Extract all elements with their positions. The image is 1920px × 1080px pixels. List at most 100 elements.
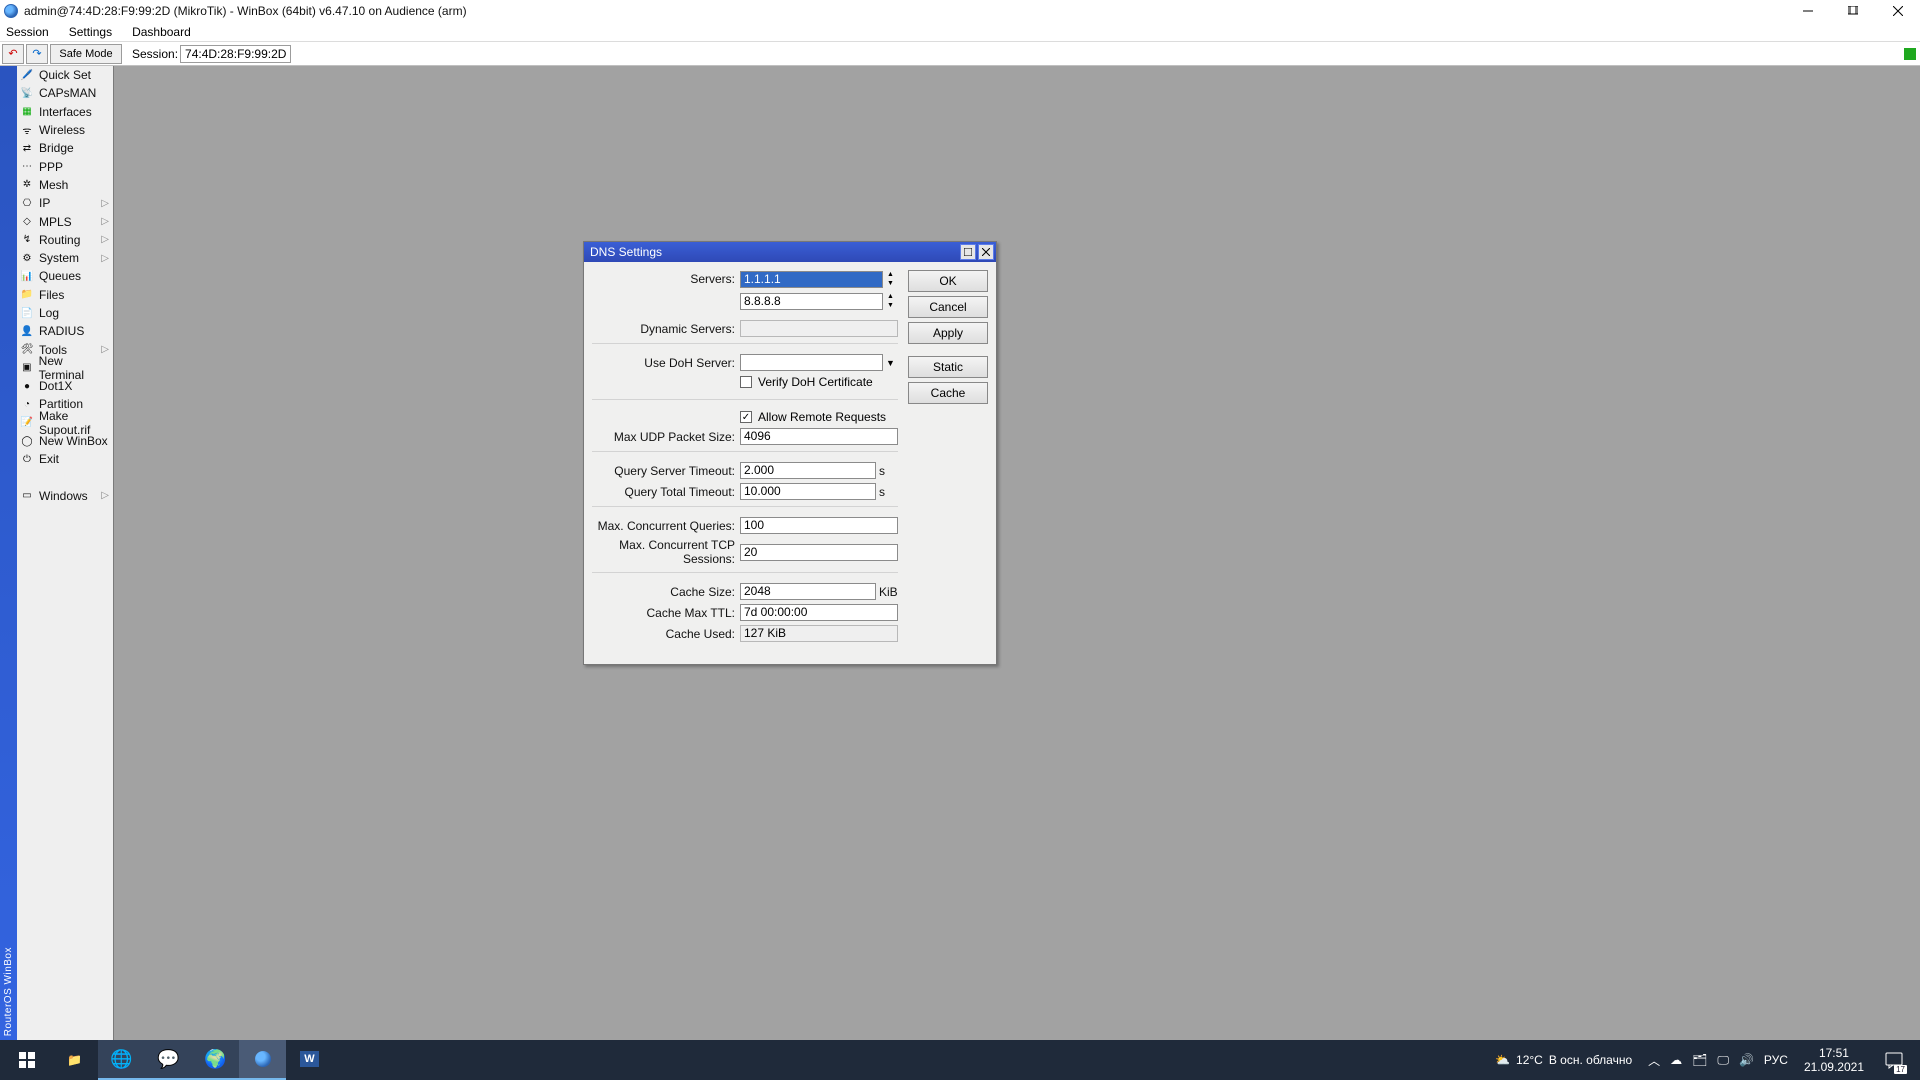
- sidebar-item-mpls[interactable]: ◇MPLS▷: [17, 212, 113, 230]
- server-2-input[interactable]: 8.8.8.8: [740, 293, 883, 310]
- sidebar-icon: ▦: [21, 106, 33, 118]
- sidebar-item-queues[interactable]: 📊Queues: [17, 267, 113, 285]
- mcq-input[interactable]: 100: [740, 517, 898, 534]
- sidebar-item-capsman[interactable]: 📡 CAPsMAN: [17, 84, 113, 102]
- safe-mode-button[interactable]: Safe Mode: [50, 44, 122, 64]
- sidebar-item-quick-set[interactable]: 🖊️Quick Set: [17, 66, 113, 84]
- use-doh-input[interactable]: [740, 354, 883, 371]
- menu-session[interactable]: Session: [4, 25, 51, 39]
- sidebar-item-ppp[interactable]: ⋯PPP: [17, 157, 113, 175]
- cache-button[interactable]: Cache: [908, 382, 988, 404]
- sidebar-item-label: Interfaces: [39, 105, 92, 119]
- sidebar-icon: ⏻: [21, 453, 33, 465]
- static-button[interactable]: Static: [908, 356, 988, 378]
- sidebar-item-label: Routing: [39, 233, 80, 247]
- sidebar-item-new-terminal[interactable]: ▣New Terminal: [17, 359, 113, 377]
- folder-icon: 📁: [67, 1053, 82, 1067]
- max-udp-input[interactable]: 4096: [740, 428, 898, 445]
- mcts-input[interactable]: 20: [740, 544, 898, 561]
- server-1-spinner[interactable]: ▲▼: [883, 270, 898, 288]
- server-1-input[interactable]: 1.1.1.1: [740, 271, 883, 288]
- menu-dashboard[interactable]: Dashboard: [130, 25, 193, 39]
- sidebar-item-routing[interactable]: ↯Routing▷: [17, 231, 113, 249]
- sidebar-item-system[interactable]: ⚙System▷: [17, 249, 113, 267]
- qst-input[interactable]: 2.000: [740, 462, 876, 479]
- session-field[interactable]: 74:4D:28:F9:99:2D: [180, 45, 291, 63]
- start-button[interactable]: [4, 1040, 51, 1080]
- sidebar-item-radius[interactable]: 👤RADIUS: [17, 322, 113, 340]
- tray-chevron-up-icon[interactable]: ︿: [1648, 1052, 1660, 1069]
- servers-label: Servers:: [592, 272, 740, 286]
- taskbar-explorer[interactable]: 📁: [51, 1040, 98, 1080]
- mcq-label: Max. Concurrent Queries:: [592, 519, 740, 533]
- close-button[interactable]: [1875, 0, 1920, 22]
- sidebar-item-interfaces[interactable]: ▦ Interfaces: [17, 103, 113, 121]
- redo-button[interactable]: ↷: [26, 44, 48, 64]
- winbox-icon: [255, 1051, 271, 1067]
- tray-volume-icon[interactable]: 🔊: [1739, 1053, 1754, 1067]
- sidebar-icon: ✲: [21, 179, 33, 191]
- taskbar-weather[interactable]: ⛅ 12°C В осн. облачно: [1487, 1053, 1640, 1067]
- arrow-up-icon: ▲: [883, 292, 898, 301]
- sidebar-item-mesh[interactable]: ✲Mesh: [17, 176, 113, 194]
- minimize-button[interactable]: [1785, 0, 1830, 22]
- system-tray: ︿ ☁ 🗂 🖵 🔊 РУС: [1640, 1052, 1796, 1069]
- qtt-label: Query Total Timeout:: [592, 485, 740, 499]
- sidebar-item-bridge[interactable]: ⇄Bridge: [17, 139, 113, 157]
- sidebar-item-exit[interactable]: ⏻Exit: [17, 450, 113, 468]
- taskbar-app-1[interactable]: 💬: [145, 1040, 192, 1080]
- window-icon: [964, 248, 972, 256]
- maximize-icon: [1848, 6, 1858, 16]
- sidebar-icon: 👤: [21, 325, 33, 337]
- dialog-title-bar[interactable]: DNS Settings: [584, 242, 996, 262]
- sidebar-icon: 🛠: [21, 344, 33, 356]
- sidebar: 🖊️Quick Set 📡 CAPsMAN ▦ Interfaces ᯤWireless⇄…: [17, 66, 114, 1040]
- server-2-spinner[interactable]: ▲▼: [883, 292, 898, 310]
- cache-used-label: Cache Used:: [592, 627, 740, 641]
- apply-button[interactable]: Apply: [908, 322, 988, 344]
- notifications-button[interactable]: 17: [1872, 1040, 1916, 1080]
- dialog-close-button[interactable]: [978, 244, 994, 260]
- tray-network-icon[interactable]: 🖵: [1717, 1053, 1729, 1068]
- qtt-input[interactable]: 10.000: [740, 483, 876, 500]
- tray-battery-icon[interactable]: 🗂: [1692, 1053, 1707, 1067]
- menu-settings[interactable]: Settings: [67, 25, 114, 39]
- sidebar-item-log[interactable]: 📄Log: [17, 304, 113, 322]
- word-icon: W: [300, 1051, 318, 1067]
- cache-size-input[interactable]: 2048: [740, 583, 876, 600]
- sidebar-item-new-winbox[interactable]: ◯New WinBox: [17, 432, 113, 450]
- sidebar-item-ip[interactable]: ⎔IP▷: [17, 194, 113, 212]
- cache-ttl-input[interactable]: 7d 00:00:00: [740, 604, 898, 621]
- allow-remote-checkbox[interactable]: ✓: [740, 411, 752, 423]
- sidebar-item-windows[interactable]: ▭Windows▷: [17, 487, 113, 505]
- cancel-button[interactable]: Cancel: [908, 296, 988, 318]
- tray-language[interactable]: РУС: [1764, 1053, 1788, 1067]
- sidebar-item-label: CAPsMAN: [39, 86, 96, 100]
- sidebar-item-label: Log: [39, 306, 59, 320]
- sidebar-item-label: Wireless: [39, 123, 85, 137]
- use-doh-dropdown[interactable]: ▼: [883, 358, 898, 368]
- ok-button[interactable]: OK: [908, 270, 988, 292]
- weather-text: В осн. облачно: [1549, 1053, 1632, 1067]
- maximize-button[interactable]: [1830, 0, 1875, 22]
- dns-settings-dialog: DNS Settings Servers: 1.1.1.1 ▲▼: [583, 241, 997, 665]
- taskbar-word[interactable]: W: [286, 1040, 333, 1080]
- taskbar-clock[interactable]: 17:51 21.09.2021: [1796, 1046, 1872, 1074]
- undo-icon: ↶: [8, 47, 17, 60]
- sidebar-item-make-supout-rif[interactable]: 📝Make Supout.rif: [17, 414, 113, 432]
- redo-icon: ↷: [32, 47, 41, 60]
- dialog-min-button[interactable]: [960, 244, 976, 260]
- cache-size-unit: KiB: [876, 585, 898, 599]
- sidebar-icon: 📝: [21, 417, 33, 429]
- taskbar-app-2[interactable]: 🌍: [192, 1040, 239, 1080]
- sidebar-item-wireless[interactable]: ᯤWireless: [17, 121, 113, 139]
- taskbar-edge[interactable]: 🌐: [98, 1040, 145, 1080]
- sidebar-item-files[interactable]: 📁Files: [17, 286, 113, 304]
- undo-button[interactable]: ↶: [2, 44, 24, 64]
- tray-onedrive-icon[interactable]: ☁: [1670, 1053, 1682, 1067]
- menu-bar: Session Settings Dashboard: [0, 22, 1920, 42]
- canvas: DNS Settings Servers: 1.1.1.1 ▲▼: [114, 66, 1920, 1040]
- taskbar-winbox[interactable]: [239, 1040, 286, 1080]
- sidebar-icon: 📡: [21, 87, 33, 99]
- verify-doh-checkbox[interactable]: [740, 376, 752, 388]
